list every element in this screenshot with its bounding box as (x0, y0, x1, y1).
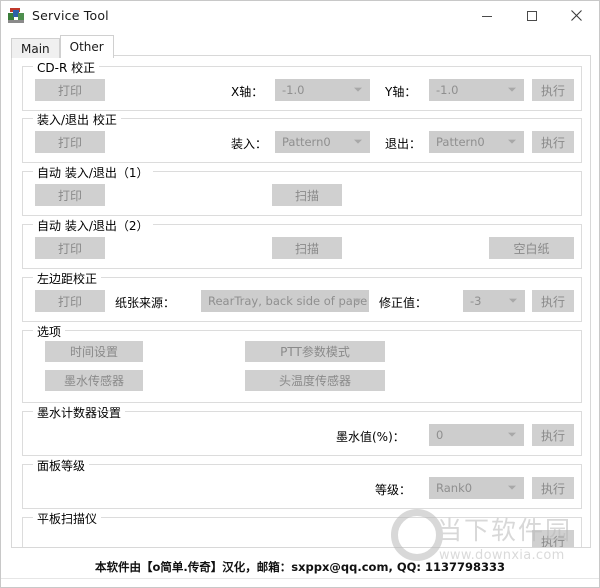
auto2-scan-button[interactable]: 扫描 (272, 237, 342, 259)
group-auto-load-eject-1: 自动 装入/退出（1） 打印 扫描 (22, 164, 582, 216)
chevron-down-icon (354, 139, 362, 144)
chevron-down-icon (508, 485, 516, 490)
panel-rank-exec-button[interactable]: 执行 (532, 477, 574, 499)
auto1-print-button[interactable]: 打印 (35, 184, 105, 206)
left-margin-exec-button[interactable]: 执行 (532, 290, 574, 312)
cdr-y-axis-combo[interactable]: -1.0 (429, 79, 524, 101)
chevron-down-icon (508, 87, 516, 92)
group-panel-rank-label: 面板等级 (33, 457, 90, 474)
tab-other[interactable]: Other (59, 35, 114, 58)
eject-label: 退出： (385, 137, 422, 151)
minimize-button[interactable] (464, 1, 509, 30)
app-icon (8, 7, 24, 24)
rank-value: Rank0 (436, 481, 473, 495)
head-temperature-sensor-button[interactable]: 头温度传感器 (245, 370, 385, 391)
time-setting-button[interactable]: 时间设置 (45, 341, 143, 362)
ink-counter-exec-button[interactable]: 执行 (532, 424, 574, 446)
title-bar: Service Tool (1, 1, 599, 31)
paper-source-value: RearTray, back side of paper (208, 294, 369, 308)
ink-value: 0 (436, 428, 444, 442)
ptt-parameter-mode-button[interactable]: PTT参数模式 (245, 341, 385, 362)
paper-source-label: 纸张来源： (115, 296, 176, 310)
chevron-down-icon (509, 298, 517, 303)
cdr-y-axis-value: -1.0 (436, 83, 459, 97)
correction-value-label: 修正值： (379, 296, 428, 310)
load-eject-exec-button[interactable]: 执行 (532, 131, 574, 153)
footer-credit: 本软件由【o简单.传奇】汉化，邮箱：sxppx@qq.com, QQ: 1137… (95, 560, 505, 574)
cdr-x-axis-combo[interactable]: -1.0 (275, 79, 370, 101)
group-ink-counter-setting-label: 墨水计数器设置 (33, 404, 126, 421)
group-cdr-calibration: CD-R 校正 打印 X轴： -1.0 Y轴： -1.0 执行 (22, 59, 582, 111)
cdr-x-axis-value: -1.0 (282, 83, 305, 97)
group-left-margin-calibration-label: 左边距校正 (33, 270, 102, 287)
tab-strip: Main Other (11, 35, 599, 58)
group-options: 选项 时间设置 PTT参数模式 墨水传感器 头温度传感器 (22, 323, 582, 403)
group-left-margin-calibration: 左边距校正 打印 纸张来源： RearTray, back side of pa… (22, 270, 582, 322)
group-ink-counter-setting: 墨水计数器设置 墨水值(%)： 0 执行 (22, 404, 582, 456)
chevron-down-icon (354, 87, 362, 92)
tab-page-other: CD-R 校正 打印 X轴： -1.0 Y轴： -1.0 执行 装入/退出 校正… (11, 55, 591, 548)
window-title: Service Tool (32, 8, 109, 23)
cdr-exec-button[interactable]: 执行 (532, 79, 574, 101)
group-auto-load-eject-2-label: 自动 装入/退出（2） (33, 217, 153, 234)
flatbed-exec-button[interactable]: 执行 (532, 530, 574, 547)
load-pattern-value: Pattern0 (282, 135, 331, 149)
group-load-eject-calibration-label: 装入/退出 校正 (33, 111, 121, 128)
group-flatbed-scanner: 平板扫描仪 执行 (22, 510, 582, 547)
window-controls (464, 1, 599, 30)
group-flatbed-scanner-label: 平板扫描仪 (33, 510, 102, 527)
rank-combo[interactable]: Rank0 (429, 477, 524, 499)
eject-pattern-combo[interactable]: Pattern0 (429, 131, 524, 153)
group-panel-rank: 面板等级 等级： Rank0 执行 (22, 457, 582, 509)
service-tool-window: Service Tool Main Other CD-R 校正 打印 X轴： -… (0, 0, 600, 588)
ink-value-combo[interactable]: 0 (429, 424, 524, 446)
chevron-down-icon (508, 432, 516, 437)
load-pattern-combo[interactable]: Pattern0 (275, 131, 370, 153)
cdr-y-axis-label: Y轴： (385, 85, 417, 99)
left-margin-print-button[interactable]: 打印 (35, 290, 105, 312)
maximize-button[interactable] (509, 1, 554, 30)
eject-pattern-value: Pattern0 (436, 135, 485, 149)
group-auto-load-eject-2: 自动 装入/退出（2） 打印 扫描 空白纸 (22, 217, 582, 269)
paper-source-combo[interactable]: RearTray, back side of paper (201, 290, 369, 312)
chevron-down-icon (508, 139, 516, 144)
tab-main[interactable]: Main (11, 38, 60, 58)
rank-label: 等级： (375, 483, 412, 497)
cdr-print-button[interactable]: 打印 (35, 79, 105, 101)
chevron-down-icon (353, 298, 361, 303)
auto2-blank-paper-button[interactable]: 空白纸 (489, 237, 574, 259)
ink-sensor-button[interactable]: 墨水传感器 (45, 370, 143, 391)
group-cdr-calibration-label: CD-R 校正 (33, 59, 100, 76)
correction-value-combo[interactable]: -3 (463, 290, 525, 312)
load-eject-print-button[interactable]: 打印 (35, 131, 105, 153)
group-load-eject-calibration: 装入/退出 校正 打印 装入： Pattern0 退出： Pattern0 执行 (22, 111, 582, 163)
correction-value: -3 (470, 294, 482, 308)
group-options-label: 选项 (33, 323, 66, 340)
load-label: 装入： (231, 137, 268, 151)
close-button[interactable] (554, 1, 599, 30)
auto1-scan-button[interactable]: 扫描 (272, 184, 342, 206)
cdr-x-axis-label: X轴： (231, 85, 264, 99)
status-bar (1, 578, 599, 587)
auto2-print-button[interactable]: 打印 (35, 237, 105, 259)
ink-value-label: 墨水值(%)： (336, 430, 405, 444)
group-auto-load-eject-1-label: 自动 装入/退出（1） (33, 164, 153, 181)
